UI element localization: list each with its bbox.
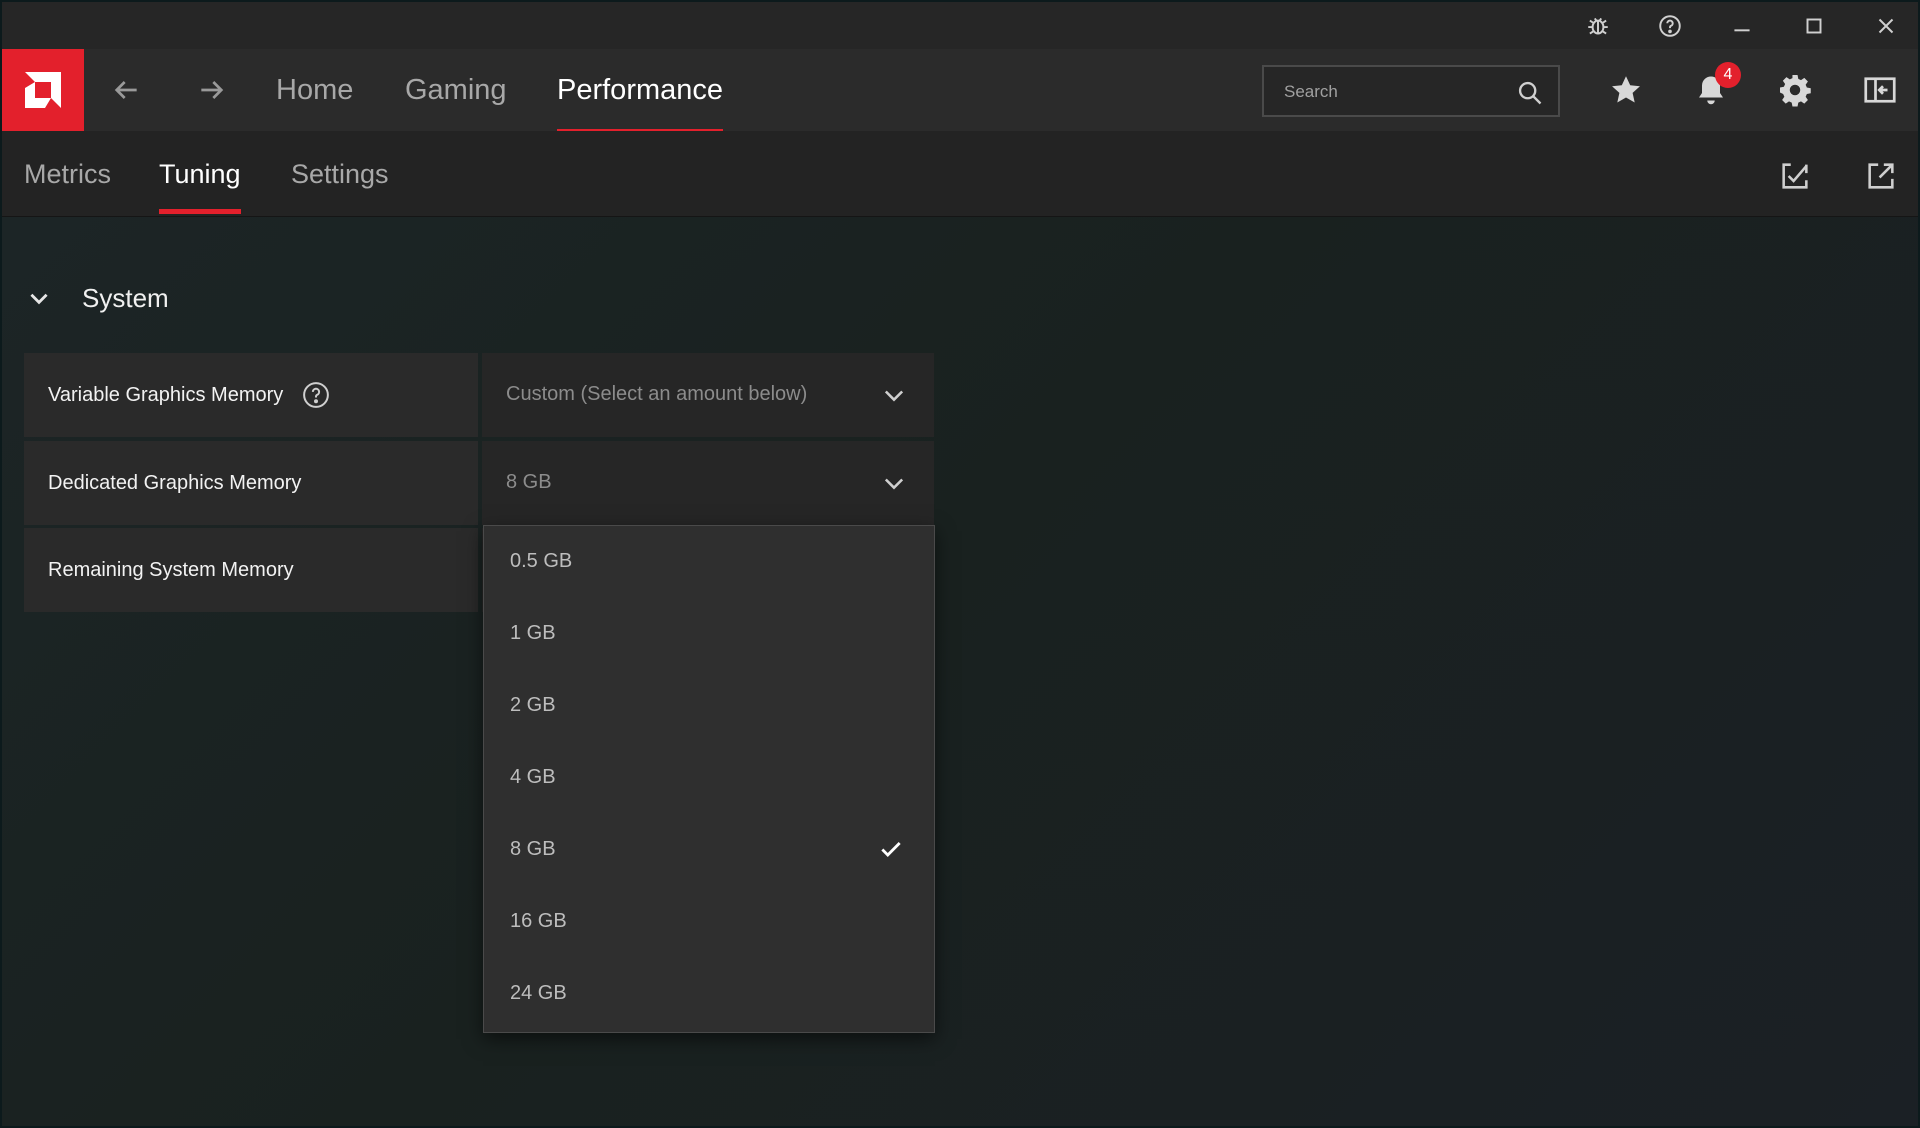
- amd-logo-icon: [25, 72, 61, 108]
- dropdown-option[interactable]: 24 GB: [484, 958, 934, 1030]
- setting-row-variable-graphics-memory: Variable Graphics Memory Custom (Select …: [24, 353, 934, 437]
- nav-tab-performance[interactable]: Performance: [557, 69, 724, 134]
- tab-metrics[interactable]: Metrics: [24, 157, 111, 191]
- dropdown-option[interactable]: 0.5 GB: [484, 526, 934, 598]
- section-title: System: [82, 282, 169, 313]
- tuning-content: System Variable Graphics Memory Custom (…: [2, 217, 1918, 1126]
- setting-label: Remaining System Memory: [48, 558, 294, 581]
- setting-label-cell: Dedicated Graphics Memory: [24, 441, 478, 525]
- amd-logo[interactable]: [2, 49, 84, 131]
- sidebar-toggle-icon[interactable]: [1858, 68, 1902, 112]
- maximize-icon[interactable]: [1796, 8, 1832, 44]
- back-arrow-icon[interactable]: [106, 70, 146, 110]
- app-window: Home Gaming Performance 4 Metrics Tuning…: [2, 2, 1918, 1126]
- setting-label: Variable Graphics Memory: [48, 383, 284, 406]
- setting-label-cell: Variable Graphics Memory: [24, 353, 478, 437]
- notification-count-badge: 4: [1715, 62, 1741, 88]
- search-box[interactable]: [1262, 65, 1560, 117]
- forward-arrow-icon[interactable]: [192, 70, 232, 110]
- nav-tab-gaming[interactable]: Gaming: [405, 69, 507, 111]
- option-label: 24 GB: [510, 982, 567, 1004]
- close-icon[interactable]: [1868, 8, 1904, 44]
- dropdown-option[interactable]: 16 GB: [484, 886, 934, 958]
- title-bar: [2, 2, 1918, 49]
- option-label: 8 GB: [510, 838, 556, 860]
- dropdown-option[interactable]: 2 GB: [484, 670, 934, 742]
- chevron-down-icon: [884, 478, 904, 490]
- search-icon[interactable]: [1516, 79, 1544, 107]
- bug-report-icon[interactable]: [1580, 8, 1616, 44]
- checkmark-icon: [881, 842, 901, 857]
- select-value: Custom (Select an amount below): [506, 383, 808, 405]
- help-icon[interactable]: [301, 380, 331, 410]
- dropdown-option[interactable]: 1 GB: [484, 598, 934, 670]
- settings-gear-icon[interactable]: [1773, 68, 1817, 112]
- search-input[interactable]: [1284, 79, 1504, 105]
- option-label: 1 GB: [510, 622, 556, 644]
- nav-tab-home[interactable]: Home: [276, 69, 353, 111]
- import-profile-icon[interactable]: [1778, 159, 1812, 193]
- chevron-down-icon: [30, 293, 48, 305]
- variable-graphics-memory-select[interactable]: Custom (Select an amount below): [482, 353, 934, 437]
- setting-label-cell: Remaining System Memory: [24, 528, 478, 612]
- setting-row-dedicated-graphics-memory: Dedicated Graphics Memory 8 GB: [24, 441, 934, 525]
- option-label: 16 GB: [510, 910, 567, 932]
- minimize-icon[interactable]: [1724, 8, 1760, 44]
- favorites-star-icon[interactable]: [1604, 68, 1648, 112]
- setting-label: Dedicated Graphics Memory: [48, 471, 302, 494]
- dedicated-memory-dropdown-list: 0.5 GB 1 GB 2 GB 4 GB 8 GB 16 GB 24 GB: [483, 525, 935, 1033]
- select-value: 8 GB: [506, 471, 552, 493]
- sub-navigation: Metrics Tuning Settings: [2, 131, 1918, 217]
- help-icon[interactable]: [1652, 8, 1688, 44]
- system-section-header[interactable]: System: [26, 279, 169, 317]
- dropdown-option[interactable]: 4 GB: [484, 742, 934, 814]
- export-profile-icon[interactable]: [1864, 159, 1898, 193]
- tab-tuning[interactable]: Tuning: [159, 157, 241, 214]
- dedicated-graphics-memory-select[interactable]: 8 GB: [482, 441, 934, 525]
- main-header: Home Gaming Performance 4: [2, 49, 1918, 134]
- chevron-down-icon: [884, 390, 904, 402]
- option-label: 0.5 GB: [510, 550, 573, 572]
- tab-settings[interactable]: Settings: [291, 157, 389, 191]
- option-label: 2 GB: [510, 694, 556, 716]
- dropdown-option-selected[interactable]: 8 GB: [484, 814, 934, 886]
- notifications-bell-icon[interactable]: 4: [1689, 62, 1741, 112]
- option-label: 4 GB: [510, 766, 556, 788]
